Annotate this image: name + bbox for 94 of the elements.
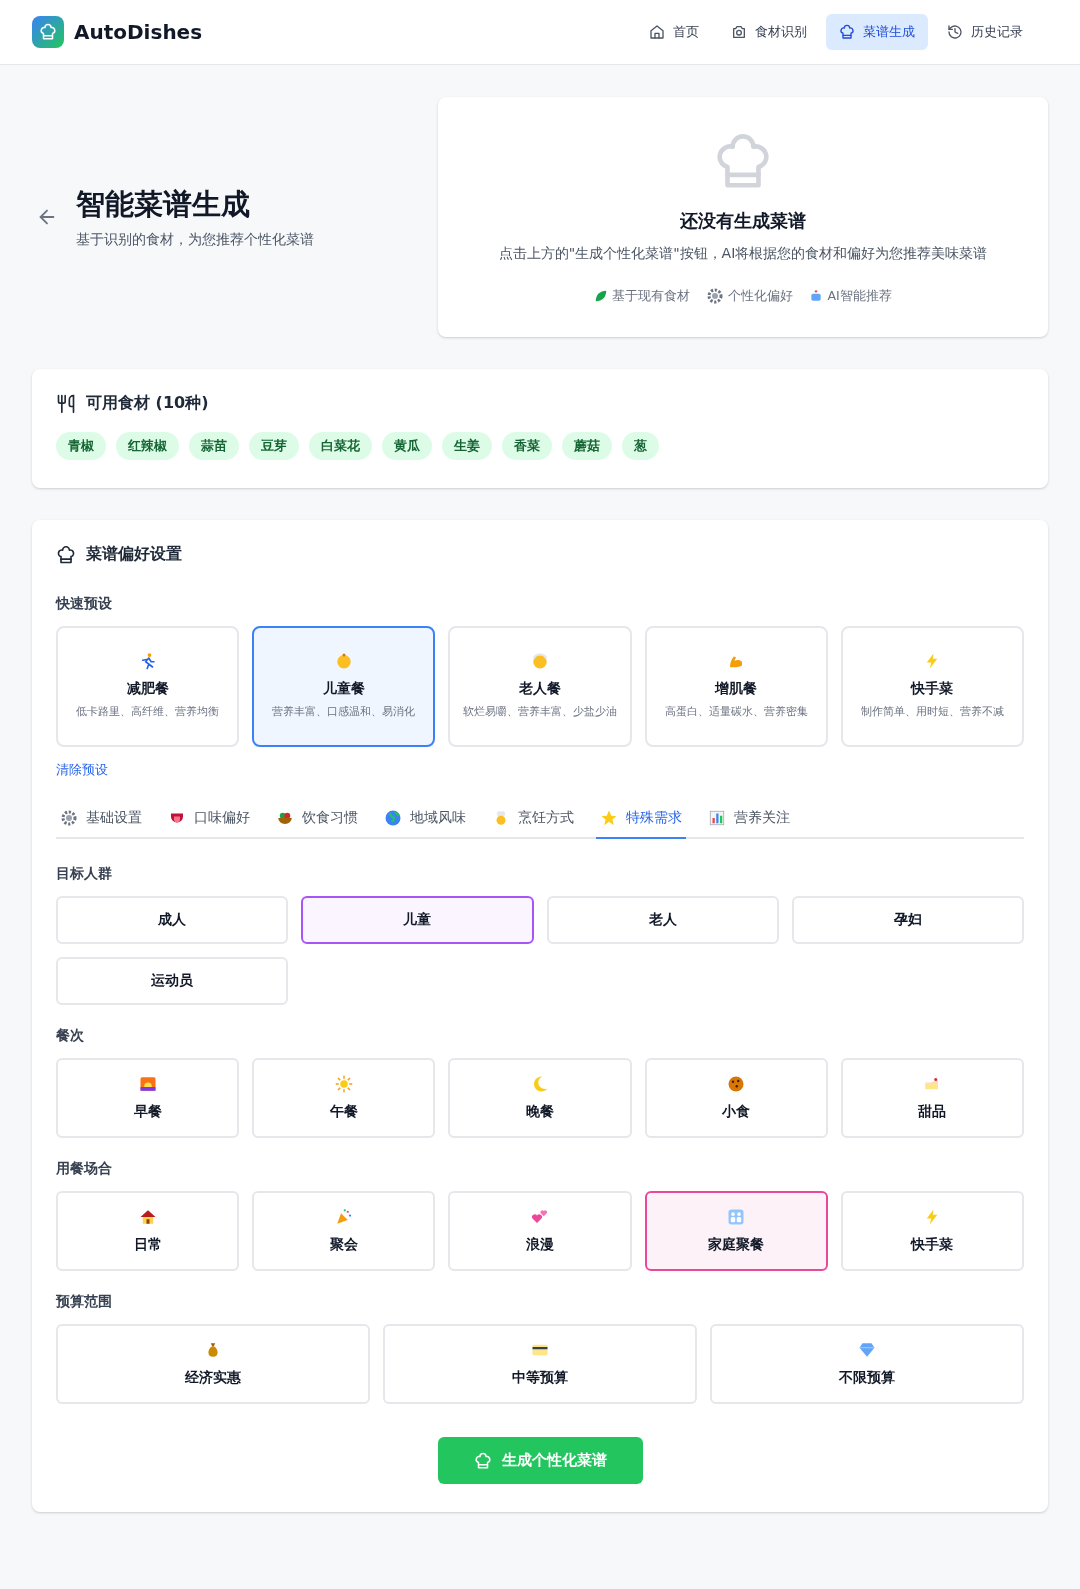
- preset-name: 儿童餐: [322, 680, 365, 699]
- section-title: 可用食材 (10种): [86, 393, 209, 414]
- robot-icon: [809, 289, 824, 303]
- preset-card[interactable]: 儿童餐 营养丰富、口感温和、易消化: [252, 626, 436, 747]
- group-label: 快速预设: [56, 595, 113, 613]
- ingredient-tag: 蘑菇: [562, 432, 612, 460]
- option-button[interactable]: 成人: [56, 896, 289, 944]
- ingredient-tag: 青椒: [56, 432, 106, 460]
- preset-description: 制作简单、用时短、营养不减: [860, 704, 1004, 721]
- preset-card[interactable]: 减肥餐 低卡路里、高纤维、营养均衡: [56, 626, 240, 747]
- house-icon: [138, 1208, 157, 1226]
- preset-description: 软烂易嚼、营养丰富、少盐少油: [463, 704, 617, 721]
- brand-name: AutoDishes: [74, 20, 203, 44]
- leaf-icon: [594, 289, 609, 303]
- chef-hat-icon: [839, 24, 855, 40]
- tab[interactable]: 饮食习惯: [272, 809, 362, 839]
- preset-card[interactable]: 增肌餐 高蛋白、适量碳水、营养密集: [644, 626, 828, 747]
- ingredient-tag: 葱: [622, 432, 659, 460]
- preset-description: 营养丰富、口感温和、易消化: [272, 704, 416, 721]
- group-label: 预算范围: [56, 1293, 113, 1311]
- option-button[interactable]: 儿童: [301, 896, 534, 944]
- option-button[interactable]: 午餐: [252, 1058, 436, 1138]
- option-button[interactable]: 晚餐: [448, 1058, 632, 1138]
- option-button[interactable]: 日常: [56, 1191, 240, 1271]
- bar-chart-icon: [708, 809, 726, 827]
- chef-hat-icon: [39, 23, 57, 41]
- tab[interactable]: 基础设置: [56, 809, 146, 839]
- sun-icon: [334, 1075, 353, 1093]
- nav-link[interactable]: 历史记录: [934, 14, 1036, 50]
- tab[interactable]: 地域风味: [380, 809, 470, 839]
- gear-icon: [706, 287, 725, 305]
- tab[interactable]: 特殊需求: [596, 809, 686, 839]
- feature-label: AI智能推荐: [827, 287, 892, 305]
- camera-icon: [731, 24, 747, 40]
- ingredient-tag: 红辣椒: [116, 432, 179, 460]
- feature-label: 个性化偏好: [728, 287, 794, 305]
- ingredient-tag: 豆芽: [249, 432, 299, 460]
- preset-description: 高蛋白、适量碳水、营养密集: [664, 704, 808, 721]
- ingredient-tag: 香菜: [502, 432, 552, 460]
- option-button[interactable]: 早餐: [56, 1058, 240, 1138]
- preset-description: 低卡路里、高纤维、营养均衡: [76, 704, 220, 721]
- party-popper-icon: [334, 1208, 353, 1226]
- ingredient-tag: 黄瓜: [382, 432, 432, 460]
- home-icon: [649, 24, 665, 40]
- option-button[interactable]: 小食: [644, 1058, 828, 1138]
- nav-link[interactable]: 首页: [636, 14, 712, 50]
- option-button[interactable]: 老人: [546, 896, 779, 944]
- nav-link[interactable]: 菜谱生成: [826, 14, 928, 50]
- chef-hat-icon: [56, 544, 76, 565]
- hearts-icon: [531, 1208, 549, 1226]
- ingredient-tag: 生姜: [442, 432, 492, 460]
- utensils-icon: [56, 393, 76, 414]
- option-button[interactable]: 孕妇: [791, 896, 1024, 944]
- tab[interactable]: 烹饪方式: [488, 809, 578, 839]
- tab[interactable]: 口味偏好: [164, 809, 254, 839]
- option-button[interactable]: 家庭聚餐: [644, 1191, 828, 1271]
- empty-state-title: 还没有生成菜谱: [680, 209, 806, 233]
- ingredient-tag: 白菜花: [309, 432, 372, 460]
- cookie-icon: [727, 1075, 746, 1093]
- group-label: 目标人群: [56, 865, 113, 883]
- feature-label: 基于现有食材: [612, 287, 691, 305]
- moon-icon: [531, 1075, 549, 1093]
- page-title: 智能菜谱生成: [76, 186, 251, 223]
- preset-name: 减肥餐: [126, 680, 169, 699]
- group-label: 用餐场合: [56, 1160, 113, 1178]
- nav-link[interactable]: 食材识别: [718, 14, 820, 50]
- chef-hat-icon: [473, 1451, 492, 1470]
- family-icon: [727, 1208, 746, 1226]
- option-button[interactable]: 运动员: [56, 957, 289, 1005]
- sunrise-icon: [138, 1075, 157, 1093]
- star-icon: [600, 809, 618, 827]
- option-button[interactable]: 浪漫: [448, 1191, 632, 1271]
- preset-card[interactable]: 快手菜 制作简单、用时短、营养不减: [840, 626, 1024, 747]
- gear-icon: [60, 809, 78, 827]
- preset-name: 快手菜: [911, 680, 954, 699]
- option-button[interactable]: 不限预算: [710, 1324, 1024, 1404]
- ingredient-tag: 蒜苗: [189, 432, 239, 460]
- history-icon: [947, 24, 963, 40]
- option-button[interactable]: 中等预算: [383, 1324, 697, 1404]
- preset-name: 老人餐: [519, 680, 561, 699]
- preset-name: 增肌餐: [715, 680, 758, 699]
- option-button[interactable]: 快手菜: [840, 1191, 1024, 1271]
- tab[interactable]: 营养关注: [704, 809, 794, 839]
- gem-icon: [858, 1341, 876, 1359]
- page-subtitle: 基于识别的食材，为您推荐个性化菜谱: [76, 231, 314, 249]
- option-button[interactable]: 甜品: [840, 1058, 1024, 1138]
- clear-presets-link[interactable]: 清除预设: [56, 761, 108, 779]
- option-button[interactable]: 聚会: [252, 1191, 436, 1271]
- option-button[interactable]: 经济实惠: [56, 1324, 370, 1404]
- preset-card[interactable]: 老人餐 软烂易嚼、营养丰富、少盐少油: [448, 626, 632, 747]
- empty-state-message: 点击上方的"生成个性化菜谱"按钮，AI将根据您的食材和偏好为您推荐美味菜谱: [498, 245, 988, 263]
- globe-icon: [384, 809, 402, 827]
- group-label: 餐次: [56, 1027, 85, 1045]
- section-title: 菜谱偏好设置: [86, 544, 182, 565]
